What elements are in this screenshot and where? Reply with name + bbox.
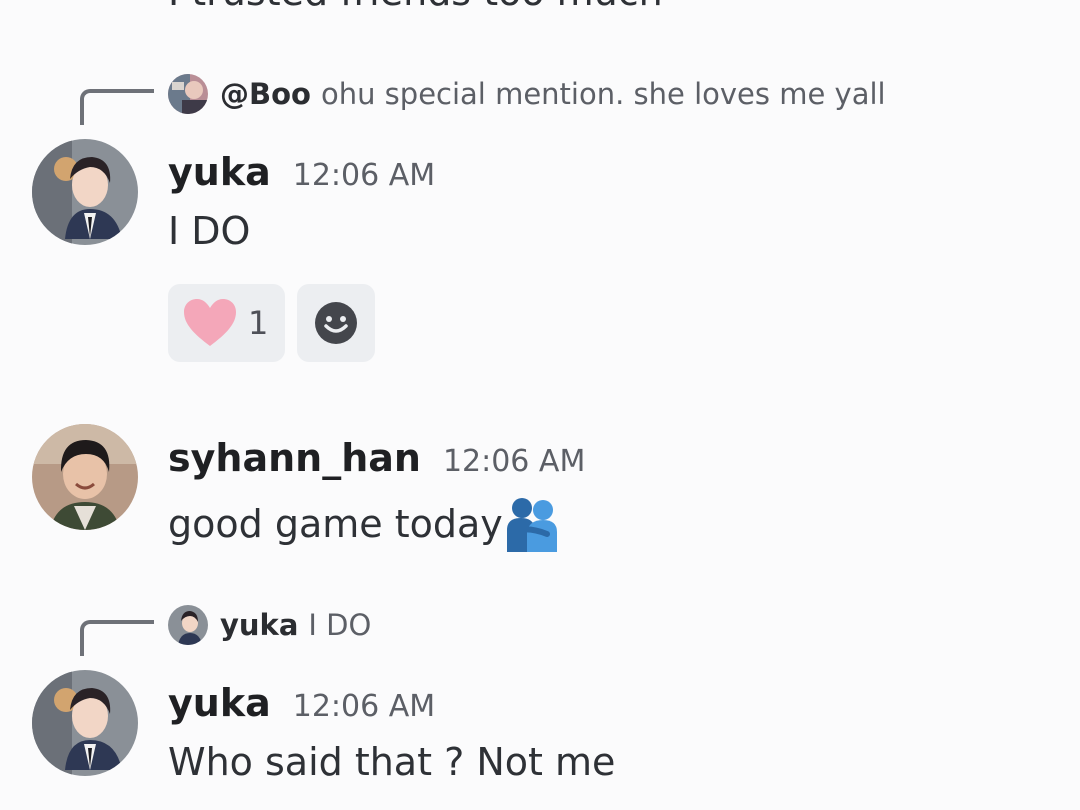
reply-preview[interactable]: yuka I DO [168,603,371,647]
timestamp: 12:06 AM [292,689,436,724]
message-header: yuka 12:06 AM [168,150,435,194]
hugging-people-emoji [505,496,559,552]
reply-author[interactable]: yuka [220,608,298,642]
reply-avatar-boo[interactable] [168,74,208,114]
reply-avatar-yuka[interactable] [168,605,208,645]
previous-message-text: I trusted friends too much [168,0,663,14]
avatar-yuka[interactable] [32,139,138,245]
avatar-yuka[interactable] [32,670,138,776]
reaction-heart[interactable]: 1 [168,284,285,362]
avatar-syhann-han[interactable] [32,424,138,530]
username[interactable]: syhann_han [168,436,421,480]
reply-spine [80,620,154,656]
username[interactable]: yuka [168,150,271,194]
reply-text[interactable]: I DO [308,608,371,642]
message-text[interactable]: I DO [168,209,250,253]
message-body[interactable]: good game today [168,496,559,552]
reply-text[interactable]: ohu special mention. she loves me yall [321,77,886,111]
message-header: yuka 12:06 AM [168,681,435,725]
message-header: syhann_han 12:06 AM [168,436,585,480]
reply-preview[interactable]: @Boo ohu special mention. she loves me y… [168,72,886,116]
message-text: good game today [168,502,503,546]
username[interactable]: yuka [168,681,271,725]
reaction-count: 1 [248,304,269,342]
smiley-icon [314,301,358,345]
reply-spine [80,89,154,125]
timestamp: 12:06 AM [442,444,586,479]
heart-icon [182,298,238,348]
add-reaction-button[interactable] [297,284,375,362]
reply-author[interactable]: @Boo [220,77,311,111]
timestamp: 12:06 AM [292,158,436,193]
message-text[interactable]: Who said that ? Not me [168,740,615,784]
